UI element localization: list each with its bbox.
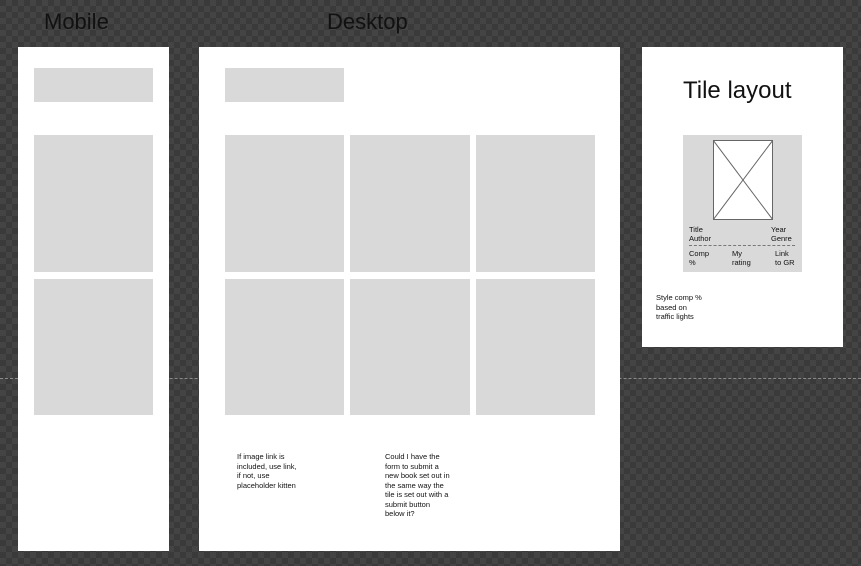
comp-percent-label: Comp % (689, 249, 710, 267)
style-comp-note: Style comp % based on traffic lights (656, 293, 702, 321)
desktop-frame[interactable]: If image link is included, use link, if … (199, 47, 620, 551)
image-placeholder-icon (713, 140, 773, 220)
tile-card: Title Author Year Genre Comp % My rating… (683, 135, 802, 272)
form-request-note: Could I have the form to submit a new bo… (385, 452, 450, 518)
mobile-tile-placeholder (34, 279, 153, 415)
image-link-note: If image link is included, use link, if … (237, 452, 297, 490)
link-gr-label: Link to GR (775, 249, 795, 267)
tile-divider (689, 245, 795, 246)
mobile-frame[interactable] (18, 47, 169, 551)
desktop-tile-placeholder (225, 135, 344, 272)
my-rating-label: My rating (732, 249, 751, 267)
desktop-tile-placeholder (476, 135, 595, 272)
desktop-tile-placeholder (225, 279, 344, 415)
tile-layout-frame[interactable]: Tile layout Title Author Year Genre Comp… (642, 47, 843, 347)
desktop-header-placeholder (225, 68, 344, 102)
mobile-frame-title: Mobile (44, 9, 109, 34)
desktop-tile-placeholder (350, 279, 470, 415)
desktop-tile-placeholder (476, 279, 595, 415)
mobile-header-placeholder (34, 68, 153, 102)
desktop-frame-title: Desktop (327, 9, 408, 34)
mobile-tile-placeholder (34, 135, 153, 272)
tile-layout-heading: Tile layout (683, 77, 792, 104)
desktop-tile-placeholder (350, 135, 470, 272)
year-genre-label: Year Genre (771, 225, 792, 243)
title-author-label: Title Author (689, 225, 712, 243)
